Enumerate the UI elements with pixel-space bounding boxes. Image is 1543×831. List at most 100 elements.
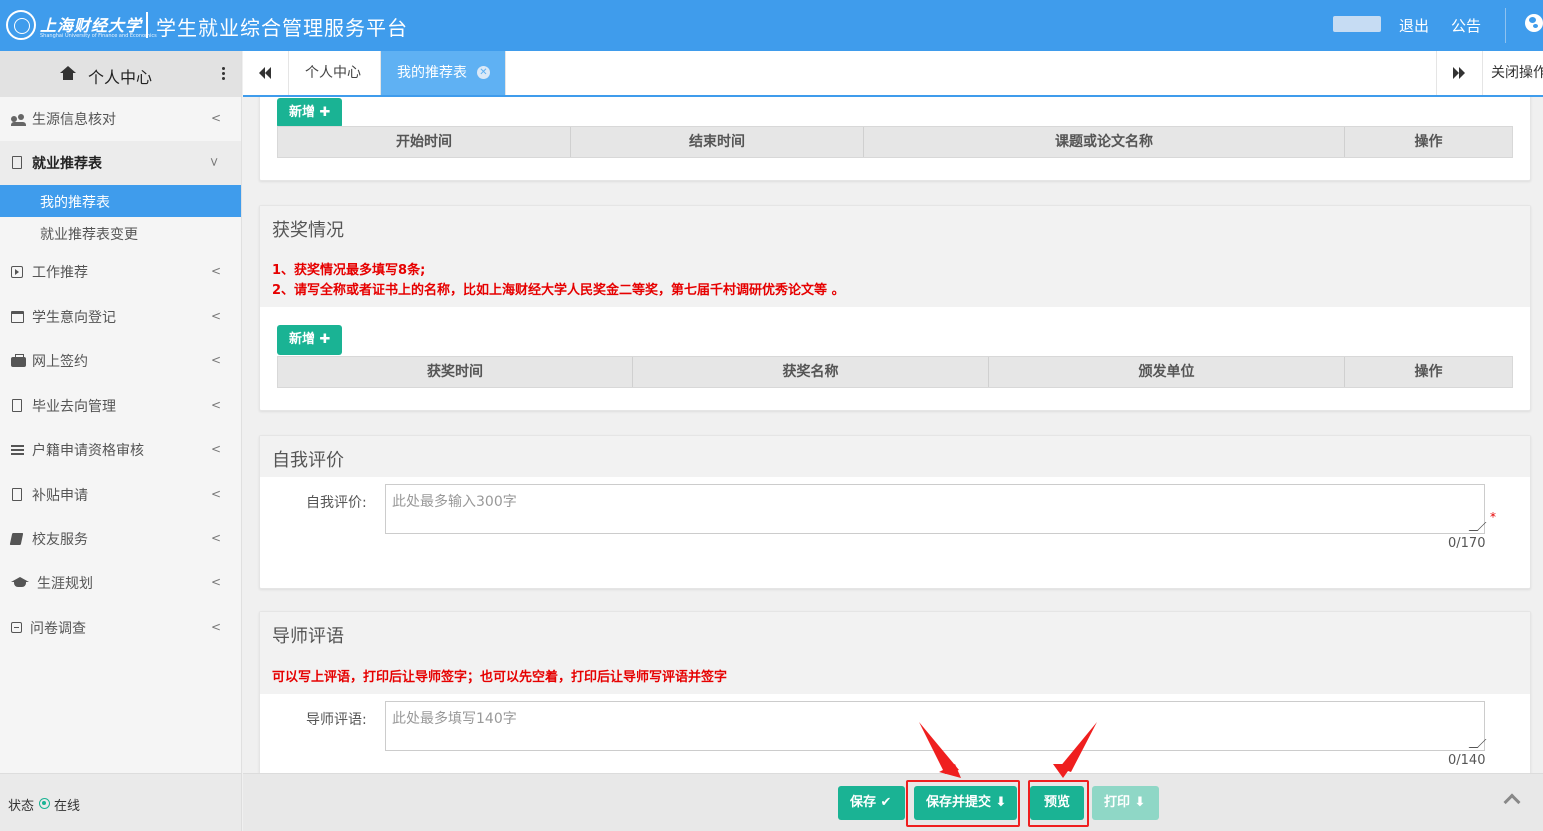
users-icon [11,113,26,126]
column-header: 操作 [1414,364,1443,380]
doc-icon [12,488,22,501]
status-label: 状态 [8,799,35,814]
sidebar-item-alumni[interactable]: 校友服务 < [0,517,241,561]
column-header[interactable]: 颁发单位 [989,357,1345,387]
sidebar-subitem-label: 我的推荐表 [40,195,110,211]
add-research-button[interactable]: 新增 ✚ [277,98,343,128]
self-evaluation-counter: 0/170 [1448,536,1486,551]
panel-title: 导师评语 [272,626,344,647]
sidebar-item-label: 户籍申请资格审核 [32,443,144,459]
self-evaluation-header: 自我评价 [260,436,1530,477]
more-vertical-icon[interactable] [222,67,225,81]
close-operations-dropdown[interactable]: 关闭操作 [1482,51,1543,95]
play-square-icon [11,266,23,278]
sidebar-item-label: 毕业去向管理 [32,399,116,415]
sidebar-item-recommendation-form[interactable]: 就业推荐表 < [0,141,241,185]
platform-title: 学生就业综合管理服务平台 [156,16,408,40]
sidebar-item-label: 就业推荐表 [32,156,102,172]
scroll-top-chevron-up-icon[interactable] [1503,793,1521,811]
sidebar-subitem-label: 就业推荐表变更 [40,227,138,243]
sidebar-title: 个人中心 [88,68,153,87]
sidebar-item-graduation-destination[interactable]: 毕业去向管理 < [0,384,241,428]
column-header[interactable]: 获奖名称 [633,357,989,387]
globe-icon[interactable] [1525,14,1543,32]
sidebar-item-job-recommend[interactable]: 工作推荐 < [0,250,241,294]
status-bar: 状态 在线 [0,773,242,831]
add-award-button[interactable]: 新增 ✚ [277,325,343,355]
highlight-box-preview [1028,780,1089,827]
annotation-arrows [919,722,1097,778]
panel-title: 自我评价 [272,450,344,471]
column-header[interactable]: 开始时间 [278,127,571,157]
tab-scroll-right-icon[interactable] [1436,51,1482,95]
sidebar-item-career[interactable]: 生涯规划 < [0,561,241,605]
button-label: 保存 [850,795,877,810]
action-bar: 保存 ✔ 保存并提交 ⬇ 预览 打印 ⬇ [243,773,1543,831]
sidebar-item-label: 工作推荐 [32,265,88,281]
chevron-left-icon: < [211,442,222,456]
awards-panel: 获奖情况 1、获奖情况最多填写8条; 2、请写全称或者证书上的名称，比如上海财经… [259,205,1531,411]
graduation-cap-icon [11,577,29,589]
bars-icon [11,444,25,456]
column-header: 操作 [1414,134,1443,150]
chevron-down-icon: < [207,156,222,168]
chevron-left-icon: < [211,398,222,412]
tab-scroll-left-icon[interactable] [243,51,289,95]
user-name-redacted[interactable] [1333,16,1381,32]
save-button[interactable]: 保存 ✔ [838,786,905,820]
sidebar-item-label: 学生意向登记 [32,310,116,326]
required-mark: * [1490,510,1496,524]
sidebar-item-survey[interactable]: 问卷调查 < [0,606,241,650]
self-evaluation-textarea[interactable]: 此处最多输入300字 [385,484,1485,534]
minus-square-icon [11,622,22,633]
top-header: 上海财经大学 Shanghai University of Finance an… [0,0,1543,51]
research-table-header: 开始时间 结束时间 课题或论文名称 操作 [277,126,1513,158]
doc-icon [12,399,22,412]
sidebar-item-label: 网上签约 [32,354,88,370]
sidebar: 个人中心 生源信息核对 < 就业推荐表 < 我的推荐表 就业推荐表变更 工作推荐… [0,51,242,773]
check-icon: ✔ [880,795,892,810]
mentor-comment-label: 导师评语: [306,712,367,728]
self-evaluation-panel: 自我评价 自我评价: 此处最多输入300字 * 0/170 [259,435,1531,589]
button-label: 新增 [289,332,316,347]
tab-bar: 个人中心 我的推荐表 ✕ 关闭操作 [243,51,1543,97]
logout-link[interactable]: 退出 [1399,15,1429,36]
mentor-comment-panel: 导师评语 可以写上评语，打印后让导师签字；也可以先空着，打印后让导师写评语并签字… [259,611,1531,773]
button-label: 打印 [1104,795,1131,810]
chevron-left-icon: < [211,111,222,125]
column-header[interactable]: 获奖时间 [278,357,633,387]
sidebar-item-source-info[interactable]: 生源信息核对 < [0,97,241,141]
chevron-left-icon: < [211,353,222,367]
tab-personal-center[interactable]: 个人中心 [289,51,381,95]
sidebar-item-intention[interactable]: 学生意向登记 < [0,295,241,339]
university-seal-icon [6,10,36,40]
sidebar-item-label: 补贴申请 [32,488,88,504]
chevron-left-icon: < [211,531,222,545]
print-button[interactable]: 打印 ⬇ [1092,786,1159,820]
sidebar-subitem-recommendation-change[interactable]: 就业推荐表变更 [0,217,241,249]
sidebar-item-household-review[interactable]: 户籍申请资格审核 < [0,428,241,472]
sidebar-item-label: 生涯规划 [37,576,93,592]
column-header[interactable]: 结束时间 [571,127,864,157]
sidebar-item-subsidy[interactable]: 补贴申请 < [0,473,241,517]
mentor-comment-header: 导师评语 可以写上评语，打印后让导师签字；也可以先空着，打印后让导师写评语并签字 [260,612,1530,694]
status-value: 在线 [54,799,81,814]
chevron-left-icon: < [211,264,222,278]
close-icon[interactable]: ✕ [477,66,490,79]
sidebar-item-label: 问卷调查 [30,621,86,637]
book-icon [9,533,24,545]
doc-icon [12,156,22,169]
column-header[interactable]: 课题或论文名称 [864,127,1345,157]
header-divider [1505,8,1506,43]
sidebar-subitem-my-recommendation[interactable]: 我的推荐表 [0,185,241,217]
button-label: 新增 [289,105,316,120]
mentor-note: 可以写上评语，打印后让导师签字；也可以先空着，打印后让导师写评语并签字 [272,670,728,685]
chevron-left-icon: < [211,575,222,589]
sidebar-item-online-contract[interactable]: 网上签约 < [0,339,241,383]
sidebar-item-label: 生源信息核对 [32,112,116,128]
notice-link[interactable]: 公告 [1451,15,1481,36]
sidebar-header: 个人中心 [0,51,241,97]
main-content: 新增 ✚ 开始时间 结束时间 课题或论文名称 操作 获奖情况 1、获奖情况最多填… [243,97,1543,773]
tab-my-recommendation[interactable]: 我的推荐表 ✕ [381,51,506,95]
highlight-box-save-submit [906,780,1020,827]
